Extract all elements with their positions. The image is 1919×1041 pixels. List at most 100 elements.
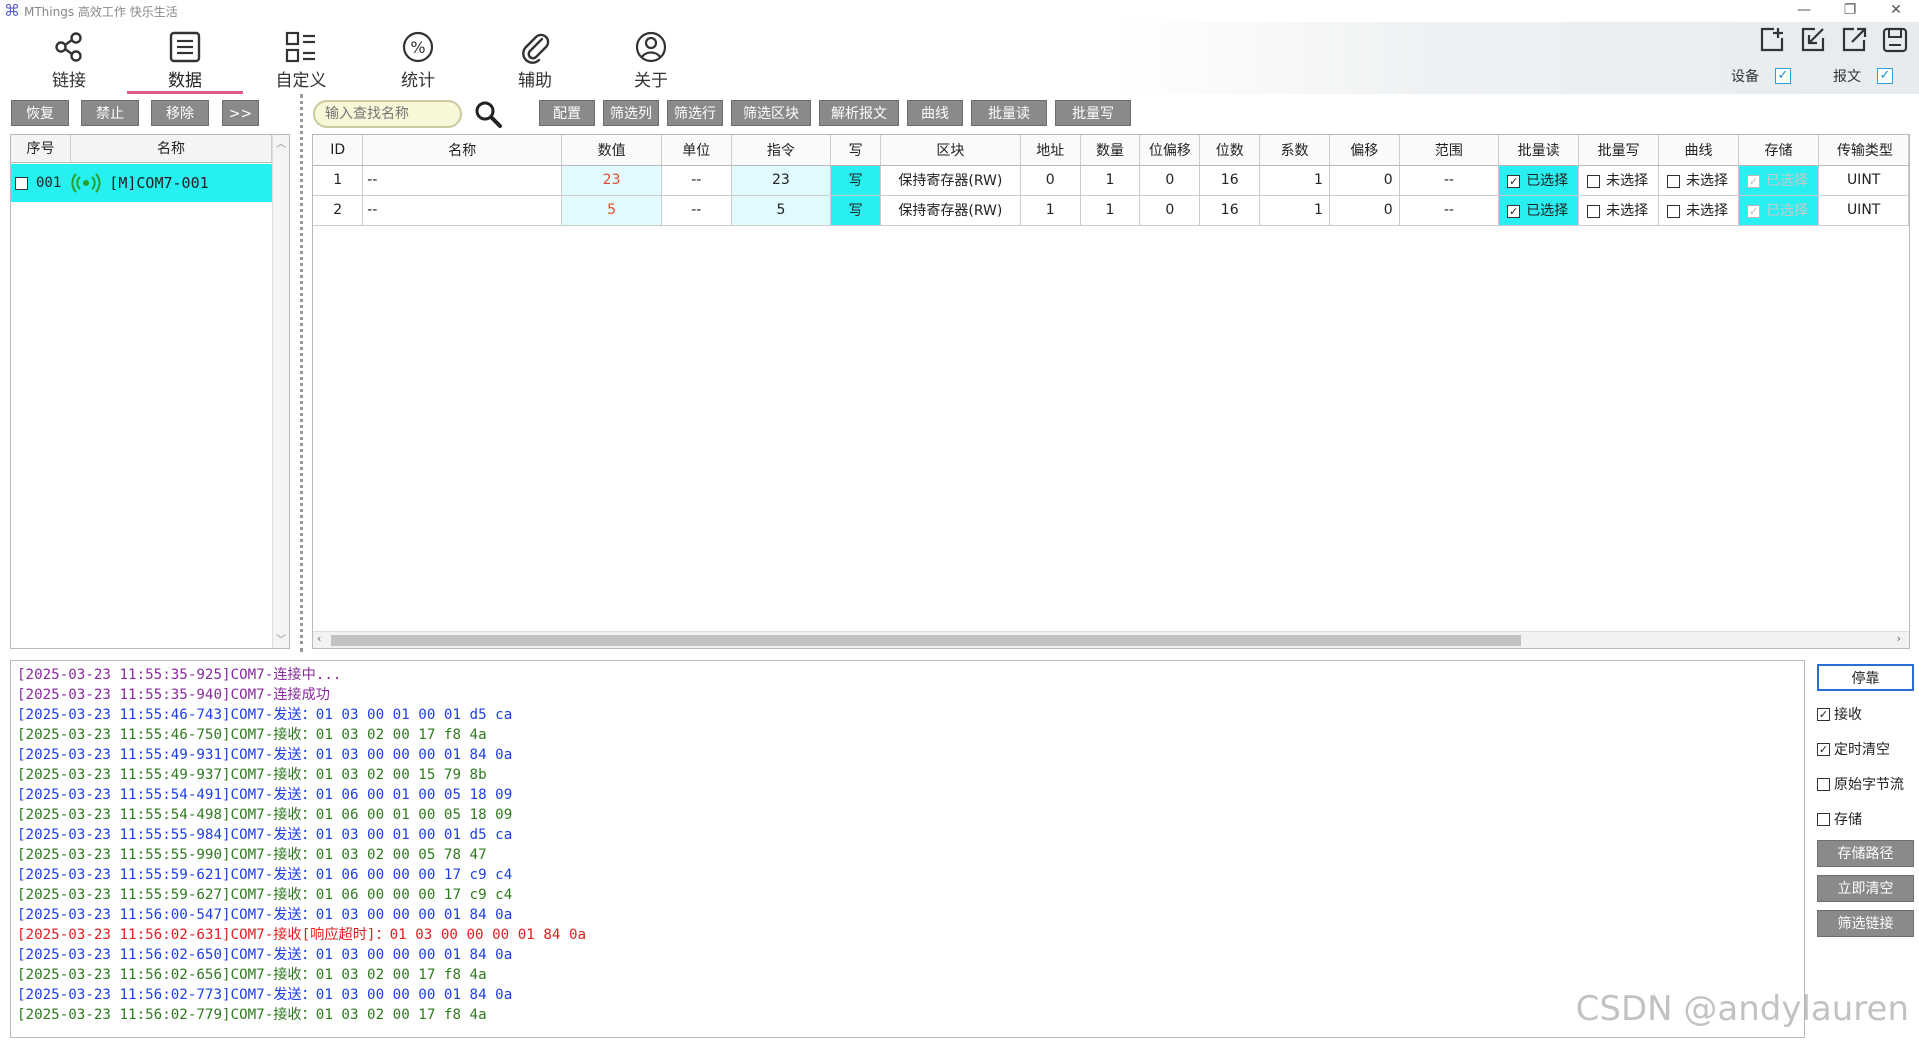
cell-type[interactable]: UINT [1818,195,1909,226]
nav-data[interactable]: 数据 [140,30,230,92]
cell-command[interactable]: 23 [731,165,832,196]
expand-button[interactable]: >> [222,100,259,126]
device-toggle[interactable]: 设备 ✓ [1731,66,1791,86]
device-row-checkbox[interactable] [15,176,28,190]
filter-link-button[interactable]: 筛选链接 [1817,910,1914,937]
save-icon[interactable] [1881,26,1909,54]
filter-row-button[interactable]: 筛选行 [667,100,723,126]
cell-offset[interactable]: 0 [1329,165,1400,196]
col-header[interactable]: 偏移 [1329,135,1400,166]
message-log[interactable]: [2025-03-23 11:55:35-925]COM7-连接中... [202… [10,660,1805,1038]
cell-unit[interactable]: -- [661,195,732,226]
curve-checkbox[interactable] [1667,174,1681,188]
col-header[interactable]: 存储 [1738,135,1819,166]
cell-offset[interactable]: 0 [1329,195,1400,226]
batch-read-button[interactable]: 批量读 [971,100,1047,126]
timed-clear-check[interactable]: ✓ 定时清空 [1817,739,1890,759]
scroll-thumb[interactable] [331,635,1521,646]
cell-count[interactable]: 1 [1080,165,1141,196]
filter-column-button[interactable]: 筛选列 [603,100,659,126]
scroll-left-icon[interactable]: ‹ [317,632,321,645]
receive-check[interactable]: ✓ 接收 [1817,704,1862,724]
cell-coefficient[interactable]: 1 [1259,165,1330,196]
col-header[interactable]: 区块 [880,135,1021,166]
batch-write-button[interactable]: 批量写 [1055,100,1131,126]
cell-address[interactable]: 1 [1020,195,1081,226]
col-header[interactable]: 曲线 [1658,135,1739,166]
col-header[interactable]: 系数 [1259,135,1330,166]
cell-coefficient[interactable]: 1 [1259,195,1330,226]
batch-write-cell[interactable]: 未选择 [1578,195,1660,226]
device-list-scrollbar[interactable]: ︿ ﹀ [272,135,289,648]
message-checkbox[interactable]: ✓ [1877,68,1893,84]
timed-clear-checkbox[interactable]: ✓ [1817,742,1830,756]
nav-assist[interactable]: 辅助 [490,30,580,92]
parse-message-button[interactable]: 解析报文 [819,100,899,126]
col-header[interactable]: 名称 [362,135,563,166]
export-icon[interactable] [1840,26,1868,54]
cell-block[interactable]: 保持寄存器(RW) [880,195,1021,226]
batch-read-cell[interactable]: ✓ 已选择 [1498,165,1580,196]
scroll-up-icon[interactable]: ︿ [273,135,289,150]
curve-cell[interactable]: 未选择 [1658,165,1739,196]
cell-bits[interactable]: 16 [1199,195,1261,226]
nav-stats[interactable]: % 统计 [373,30,463,92]
search-icon[interactable] [473,99,503,129]
col-header[interactable]: 位数 [1199,135,1261,166]
restore-button[interactable]: 恢复 [11,100,69,126]
col-header[interactable]: 位偏移 [1139,135,1201,166]
write-button[interactable]: 写 [830,195,881,226]
store-log-check[interactable]: 存储 [1817,809,1862,829]
write-button[interactable]: 写 [830,165,881,196]
search-input[interactable] [313,100,462,128]
batch-read-cell[interactable]: ✓ 已选择 [1498,195,1580,226]
message-toggle[interactable]: 报文 ✓ [1833,66,1893,86]
cell-name[interactable]: -- [362,195,563,226]
grid-horizontal-scrollbar[interactable]: ‹ › [313,631,1909,648]
cell-bits[interactable]: 16 [1199,165,1261,196]
cell-bit-offset[interactable]: 0 [1139,165,1201,196]
nav-link[interactable]: 链接 [24,30,114,92]
raw-bytes-check[interactable]: 原始字节流 [1817,774,1904,794]
col-header[interactable]: 批量写 [1578,135,1660,166]
batch-write-checkbox[interactable] [1587,174,1601,188]
nav-custom[interactable]: 自定义 [256,30,346,92]
cell-count[interactable]: 1 [1080,195,1141,226]
cell-range[interactable]: -- [1399,195,1500,226]
receive-checkbox[interactable]: ✓ [1817,707,1830,721]
col-header[interactable]: 批量读 [1498,135,1580,166]
config-button[interactable]: 配置 [539,100,595,126]
batch-read-checkbox[interactable]: ✓ [1507,174,1521,188]
close-button[interactable]: ✕ [1873,0,1919,22]
col-header[interactable]: 传输类型 [1818,135,1909,166]
batch-write-checkbox[interactable] [1587,204,1601,218]
store-log-checkbox[interactable] [1817,812,1830,826]
device-row[interactable]: 001 [M]COM7-001 [11,164,272,202]
cell-unit[interactable]: -- [661,165,732,196]
device-checkbox[interactable]: ✓ [1775,68,1791,84]
cell-type[interactable]: UINT [1818,165,1909,196]
add-window-icon[interactable] [1758,26,1786,54]
restore-button[interactable]: ❐ [1827,0,1873,22]
disable-button[interactable]: 禁止 [81,100,139,126]
col-header[interactable]: 写 [830,135,881,166]
scroll-right-icon[interactable]: › [1897,632,1901,645]
batch-read-checkbox[interactable]: ✓ [1507,204,1521,218]
col-header[interactable]: 地址 [1020,135,1081,166]
col-header[interactable]: ID [313,135,364,166]
col-header[interactable]: 范围 [1399,135,1500,166]
storage-path-button[interactable]: 存储路径 [1817,840,1914,867]
dock-button[interactable]: 停靠 [1817,664,1914,691]
raw-bytes-checkbox[interactable] [1817,777,1830,791]
table-row[interactable]: 1 -- 23 -- 23 写 保持寄存器(RW) 0 1 0 16 1 0 -… [313,165,1909,196]
cell-command[interactable]: 5 [731,195,832,226]
nav-about[interactable]: 关于 [606,30,696,92]
table-row[interactable]: 2 -- 5 -- 5 写 保持寄存器(RW) 1 1 0 16 1 0 -- … [313,195,1909,226]
cell-block[interactable]: 保持寄存器(RW) [880,165,1021,196]
curve-checkbox[interactable] [1667,204,1681,218]
col-header[interactable]: 数量 [1080,135,1141,166]
col-header[interactable]: 数值 [561,135,662,166]
cell-bit-offset[interactable]: 0 [1139,195,1201,226]
minimize-button[interactable]: — [1781,0,1827,22]
batch-write-cell[interactable]: 未选择 [1578,165,1660,196]
